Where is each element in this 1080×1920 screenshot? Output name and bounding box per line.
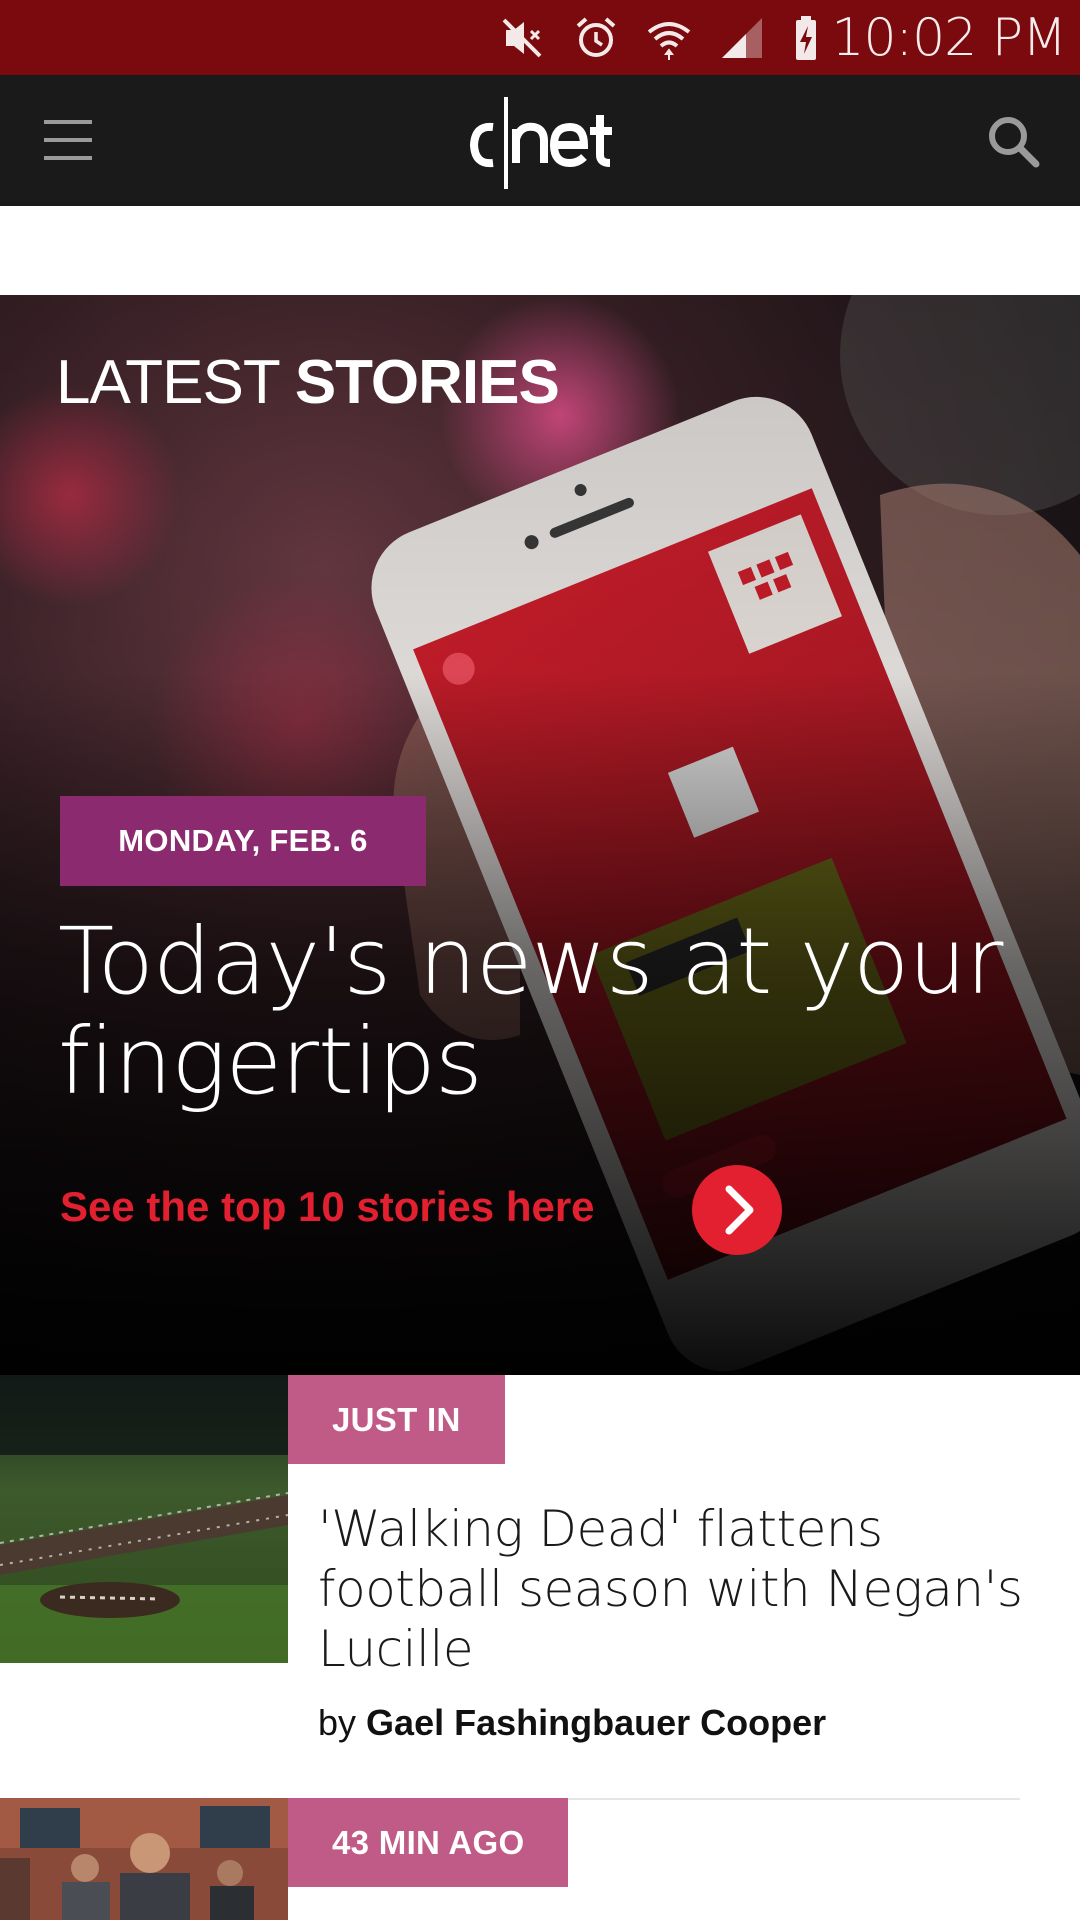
section-title-bold: STORIES [294, 348, 560, 417]
article-thumbnail[interactable] [0, 1798, 288, 1920]
section-title-light: LATEST [56, 348, 280, 417]
just-in-tag: JUST IN [288, 1375, 505, 1464]
article-card[interactable]: 43 MIN AGO [0, 1798, 1080, 1920]
signal-icon [722, 18, 762, 58]
status-bar: 10:02 PM [0, 0, 1080, 75]
article-byline: by Gael Fashingbauer Cooper [318, 1702, 826, 1744]
alarm-icon [576, 17, 616, 57]
mute-icon [502, 18, 542, 58]
section-title: LATEST STORIES [56, 347, 560, 418]
article-author: Gael Fashingbauer Cooper [366, 1702, 827, 1743]
date-badge: MONDAY, FEB. 6 [60, 796, 426, 886]
search-icon[interactable] [984, 112, 1042, 170]
app-bar [0, 75, 1080, 206]
ad-space [0, 206, 1080, 295]
chevron-right-icon[interactable] [692, 1165, 782, 1255]
hero-headline[interactable]: Today's news at your fingertips [58, 912, 1018, 1112]
cnet-logo[interactable] [460, 93, 620, 193]
status-clock: 10:02 PM [831, 8, 1067, 68]
article-thumbnail[interactable] [0, 1375, 288, 1663]
battery-charging-icon [796, 16, 816, 60]
article-card[interactable]: JUST IN 'Walking Dead' flattens football… [0, 1375, 1080, 1795]
time-ago-tag: 43 MIN AGO [288, 1798, 569, 1887]
hamburger-menu-icon[interactable] [38, 110, 98, 170]
article-title[interactable]: 'Walking Dead' flattens football season … [318, 1499, 1038, 1679]
wifi-icon [647, 22, 691, 60]
top-stories-link[interactable]: See the top 10 stories here [60, 1183, 595, 1231]
latest-stories-hero[interactable]: LATEST STORIES MONDAY, FEB. 6 Today's ne… [0, 295, 1080, 1375]
byline-prefix: by [318, 1702, 357, 1743]
